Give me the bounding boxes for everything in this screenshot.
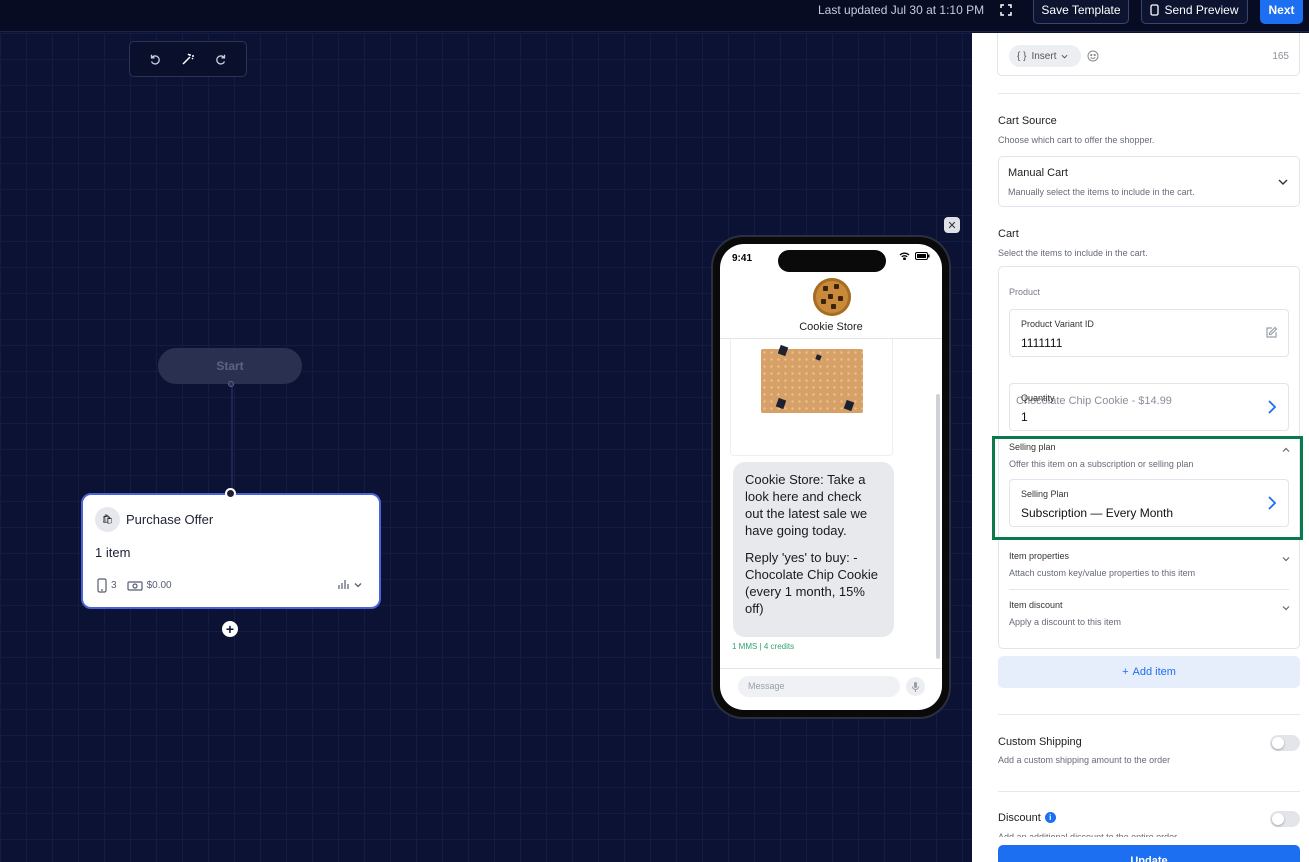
custom-shipping-subtitle: Add a custom shipping amount to the orde…	[998, 755, 1171, 765]
chevron-down-icon	[1061, 54, 1068, 59]
product-image	[761, 344, 863, 413]
message-bubble: Cookie Store: Take a look here and check…	[733, 462, 894, 637]
shop-icon: 🛍	[95, 507, 120, 532]
chevron-down-icon	[1278, 179, 1288, 185]
settings-panel: { } Insert 165 Cart Source Choose which …	[972, 33, 1309, 862]
cart-source-subtitle: Choose which cart to offer the shopper.	[998, 135, 1155, 145]
mobile-icon	[97, 578, 107, 593]
cart-source-select[interactable]: Manual Cart Manually select the items to…	[998, 156, 1300, 207]
undo-icon[interactable]	[146, 50, 164, 68]
character-count: 165	[1272, 51, 1289, 62]
divider	[998, 714, 1300, 715]
add-step-button[interactable]: +	[222, 621, 238, 637]
phone-screen: 9:41 Cookie Store Cookie Store: Take a l…	[720, 244, 942, 710]
chevron-down-icon[interactable]	[1281, 603, 1291, 613]
plus-icon: +	[1122, 666, 1129, 678]
message-count: 3	[111, 580, 117, 591]
node-title: Purchase Offer	[126, 512, 214, 527]
product-label: Product	[1009, 287, 1041, 297]
add-item-button[interactable]: + Add item	[998, 656, 1300, 688]
product-variant-field[interactable]: Product Variant ID 1111111	[1009, 309, 1289, 357]
mms-image-frame	[730, 339, 893, 456]
custom-shipping-toggle[interactable]	[1270, 735, 1300, 751]
chat-scrollbar[interactable]	[936, 394, 940, 659]
quantity-label: Quantity	[1021, 393, 1055, 403]
next-button[interactable]: Next	[1260, 0, 1303, 24]
bar-chart-icon	[338, 580, 349, 589]
quantity-value: 1	[1021, 410, 1028, 424]
chevron-right-icon	[1268, 400, 1277, 414]
close-preview-button[interactable]: ✕	[944, 217, 960, 233]
status-time: 9:41	[732, 253, 753, 264]
message-input[interactable]: Message	[738, 676, 900, 697]
quantity-field[interactable]: Quantity 1	[1009, 383, 1289, 431]
cart-title: Cart	[998, 228, 1019, 240]
info-icon[interactable]: i	[1044, 812, 1056, 823]
discount-subtitle: Add an additional discount to the entire…	[998, 832, 1178, 837]
microphone-icon[interactable]	[906, 677, 925, 696]
discount-toggle[interactable]	[1270, 811, 1300, 827]
status-icons	[899, 252, 930, 260]
cart-source-title: Cart Source	[998, 115, 1057, 127]
divider	[998, 93, 1300, 94]
node-meta: 3 $0.00	[97, 578, 172, 593]
start-node-handle[interactable]	[228, 381, 234, 387]
top-bar: Last updated Jul 30 at 1:10 PM Save Temp…	[0, 0, 1309, 32]
composer-divider	[720, 668, 942, 669]
message-editor-footer: { } Insert 165	[997, 33, 1300, 76]
item-discount-subtitle: Apply a discount to this item	[1009, 617, 1122, 627]
divider	[1009, 589, 1289, 590]
phone-preview: 9:41 Cookie Store Cookie Store: Take a l…	[713, 237, 949, 717]
message-body: Cookie Store: Take a look here and check…	[745, 472, 868, 538]
cart-subtitle: Select the items to include in the cart.	[998, 248, 1148, 258]
fullscreen-icon[interactable]	[999, 3, 1013, 17]
send-preview-label: Send Preview	[1164, 3, 1239, 17]
discount-label: Discount	[998, 812, 1041, 824]
purchase-offer-node[interactable]: 🛍 Purchase Offer 1 item 3 $0.00	[81, 493, 381, 609]
node-stats-toggle[interactable]	[338, 579, 363, 590]
chevron-down-icon[interactable]	[1281, 554, 1291, 564]
magic-wand-icon[interactable]	[179, 50, 197, 68]
flow-connector	[231, 384, 233, 493]
start-node[interactable]: Start	[158, 348, 302, 384]
insert-label: Insert	[1031, 50, 1057, 62]
custom-shipping-title: Custom Shipping	[998, 736, 1082, 748]
node-amount: $0.00	[146, 580, 172, 591]
canvas-toolbar	[129, 41, 247, 77]
save-template-button[interactable]: Save Template	[1033, 0, 1129, 24]
update-button[interactable]: Update	[998, 845, 1300, 862]
discount-title: Discount i	[998, 812, 1056, 824]
last-updated-text: Last updated Jul 30 at 1:10 PM	[818, 3, 985, 17]
battery-icon	[915, 252, 930, 260]
variant-id-value: 1111111	[1021, 336, 1063, 350]
item-discount-title[interactable]: Item discount	[1009, 600, 1063, 610]
variant-id-label: Product Variant ID	[1021, 319, 1094, 329]
selling-plan-highlight	[992, 436, 1303, 540]
store-avatar-cookie	[813, 278, 851, 316]
wifi-icon	[899, 252, 910, 260]
item-properties-title[interactable]: Item properties	[1009, 551, 1069, 561]
cart-source-description: Manually select the items to include in …	[1008, 187, 1195, 197]
node-input-handle[interactable]	[225, 488, 236, 499]
store-name: Cookie Store	[799, 321, 863, 333]
emoji-icon[interactable]	[1087, 50, 1099, 62]
message-reply-instructions: Reply 'yes' to buy: - Chocolate Chip Coo…	[745, 550, 878, 616]
plus-icon: +	[225, 621, 235, 637]
node-items-count: 1 item	[95, 545, 131, 560]
cart-source-value: Manual Cart	[1008, 167, 1068, 179]
braces-icon: { }	[1017, 50, 1027, 62]
item-properties-subtitle: Attach custom key/value properties to th…	[1009, 568, 1196, 578]
dynamic-island	[778, 250, 886, 272]
divider	[998, 791, 1300, 792]
close-icon: ✕	[947, 219, 957, 232]
insert-variable-button[interactable]: { } Insert	[1009, 45, 1081, 67]
money-icon	[126, 580, 143, 591]
edit-icon[interactable]	[1265, 326, 1278, 339]
phone-icon	[1150, 4, 1160, 16]
send-preview-button[interactable]: Send Preview	[1141, 0, 1248, 24]
message-credits: 1 MMS | 4 credits	[732, 642, 795, 651]
redo-icon[interactable]	[212, 50, 230, 68]
add-item-label: Add item	[1132, 666, 1176, 678]
chevron-down-icon	[354, 582, 362, 587]
